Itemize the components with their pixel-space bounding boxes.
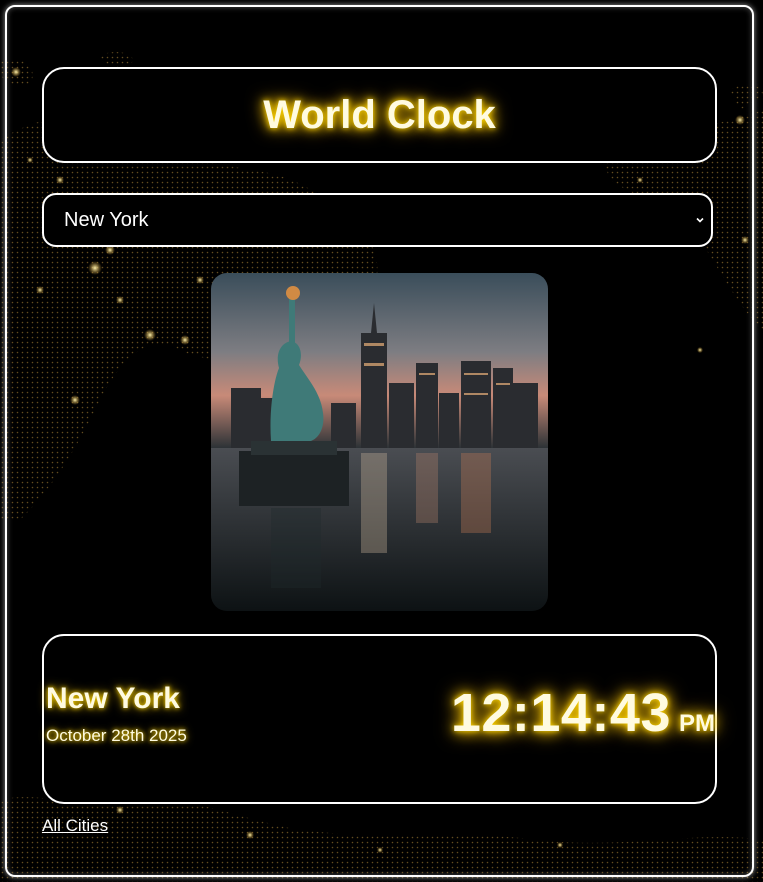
world-clock-page: World Clock New York New York October 28… [0,0,763,882]
clock-ampm: PM [679,710,715,737]
clock-city-name: New York [46,682,180,715]
page-title: World Clock [263,92,496,137]
city-select-value: New York [64,208,149,231]
clock-time-digits: 12:14:43 [450,683,671,743]
clock-time: 12:14:43 PM [451,682,715,744]
city-select[interactable]: New York [42,193,713,247]
chevron-down-icon [693,213,707,227]
clock-panel: New York October 28th 2025 12:14:43 PM [42,634,717,804]
all-cities-link[interactable]: All Cities [42,816,108,836]
city-image [211,273,548,611]
title-panel: World Clock [42,67,717,163]
clock-date: October 28th 2025 [46,726,187,745]
